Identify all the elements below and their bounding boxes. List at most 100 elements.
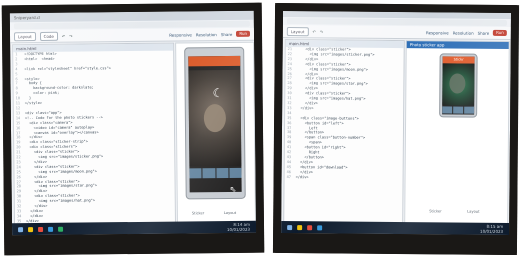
preview-label-sticker[interactable]: Sticker [429, 209, 441, 213]
line-text: Left [295, 125, 318, 130]
preview-label-layout[interactable]: Layout [467, 210, 479, 214]
menu-resolution[interactable]: Resolution [196, 32, 217, 37]
run-button[interactable]: Run [493, 29, 507, 36]
editor-toolbar: Layout ↶ ↷ Responsive Resolution Share R… [282, 25, 511, 40]
folder-icon[interactable] [28, 226, 34, 232]
line-text: </button> [295, 130, 325, 135]
code-button[interactable]: Code [39, 31, 58, 41]
code-line[interactable]: 47 </div> [287, 175, 403, 181]
redo-icon[interactable]: ↷ [320, 29, 323, 34]
line-text: </div> [25, 135, 43, 140]
code-text[interactable]: 21 <div class="sticker"> 22 <img src="ima… [285, 47, 404, 180]
sticker-strip [189, 167, 242, 179]
right-monitor-screen: Layout ↶ ↷ Responsive Resolution Share R… [281, 11, 512, 235]
sticker-strip [442, 106, 475, 114]
sticker-thumb[interactable] [442, 106, 453, 114]
line-text: <span> [295, 140, 322, 145]
line-text: <html> <head> [24, 56, 55, 62]
menu-responsive[interactable]: Responsive [169, 32, 192, 37]
folder-icon[interactable] [297, 224, 303, 230]
line-text: <span class="button-number"> [295, 135, 366, 141]
left-photo: Sniperyard.cl Layout Code ↶ ↷ Responsive… [1, 2, 265, 256]
line-text: </div> [296, 71, 319, 76]
line-text: </div> [296, 86, 319, 91]
person-face [203, 104, 227, 133]
line-text: <canvas id="overlay"></canvas> [25, 129, 99, 135]
browser-icon[interactable] [48, 226, 54, 232]
toolbar-menu: Responsive Resolution Share [426, 30, 489, 36]
app-icon[interactable] [58, 226, 64, 232]
line-text: <div class="sticker"> [296, 76, 351, 82]
right-photo: Layout ↶ ↷ Responsive Resolution Share R… [272, 2, 520, 256]
line-text: </style> [24, 101, 43, 106]
toolbar-menu: Responsive Resolution Share [169, 31, 232, 37]
line-text: <div class="sticker"> [25, 164, 80, 169]
line-text: </div> [296, 101, 318, 106]
redo-icon[interactable]: ↷ [69, 33, 72, 38]
line-text: <div class="sticker"> [25, 193, 80, 199]
camera-feed [442, 63, 475, 106]
sticker-thumb[interactable] [229, 167, 242, 178]
app-icon[interactable] [38, 226, 44, 232]
start-icon[interactable] [287, 224, 293, 230]
code-editor[interactable]: main.html 1 <!DOCTYPE html> 2 <html> <head>… [12, 42, 177, 235]
sticker-thumb[interactable] [189, 168, 202, 179]
line-text: </div> [296, 106, 314, 111]
windows-taskbar: 8:14 am 10/01/2023 [11, 220, 257, 236]
clock-date: 10/01/2023 [480, 228, 504, 234]
app-icon[interactable] [307, 224, 313, 230]
undo-icon[interactable]: ↶ [312, 29, 315, 34]
sticker-thumb[interactable] [202, 168, 216, 179]
browser-icon[interactable] [317, 224, 323, 230]
clock-date: 10/01/2023 [226, 226, 251, 233]
preview-title: Photo sticker app [406, 41, 509, 49]
line-text: <img src="images/sticker.png"> [25, 154, 104, 160]
preview-label-sticker[interactable]: Sticker [192, 211, 204, 215]
line-text: <img src="images/star.png"> [296, 81, 368, 87]
line-text: <img src="images/star.png"> [25, 183, 98, 189]
preview-label-layout[interactable]: Layout [224, 211, 236, 215]
line-text: </button> [295, 155, 324, 160]
windows-taskbar: 8:15 am 10/01/2023 [281, 221, 510, 235]
line-text: body { [24, 81, 42, 86]
moon-sticker-icon[interactable]: ☾ [213, 86, 224, 100]
menu-share[interactable]: Share [221, 31, 233, 36]
line-text: <img src="images/moon.png"> [25, 169, 97, 174]
sticker-thumb[interactable] [215, 168, 229, 179]
line-text: <div class="app"> [24, 110, 62, 116]
taskbar-clock: 8:14 am 10/01/2023 [227, 222, 250, 232]
menu-share[interactable]: Share [478, 30, 490, 35]
app-header-bar [188, 55, 241, 67]
line-text: <div class="sticker"> [296, 47, 351, 52]
line-text: </div> [25, 213, 44, 219]
menu-resolution[interactable]: Resolution [453, 30, 474, 35]
taskbar-clock: 8:15 am 10/01/2023 [480, 224, 503, 234]
preview-pane: Photo sticker app Stickr Sticker Layout [404, 40, 510, 227]
line-text: </div> [25, 203, 48, 209]
browser-tab-title[interactable]: Sniperyard.cl [14, 15, 40, 20]
line-text: <!-- Code for the photo stickers --> [24, 115, 103, 120]
layout-button[interactable]: Layout [13, 31, 36, 41]
line-text: <img src="images/sticker.png"> [296, 52, 375, 57]
line-text: </div> [296, 56, 319, 62]
line-text: <div class="sticker"> [296, 91, 351, 96]
left-monitor-screen: Sniperyard.cl Layout Code ↶ ↷ Responsive… [9, 10, 257, 236]
line-text: Right [295, 150, 320, 155]
line-text: <div class="sticker"> [296, 61, 351, 67]
sticker-thumb[interactable] [453, 106, 464, 114]
code-text[interactable]: 1 <!DOCTYPE html> 2 <html> <head> 3 4 <link re… [13, 51, 175, 235]
layout-button[interactable]: Layout [286, 26, 309, 36]
sticker-thumb[interactable] [464, 106, 475, 114]
undo-icon[interactable]: ↶ [62, 33, 65, 38]
line-text: <div class="camera"> [24, 120, 73, 125]
line-text: <div class="image-buttons"> [296, 115, 359, 121]
line-text: </div> [25, 208, 44, 214]
code-editor[interactable]: main.html 21 <div class="sticker"> 22 <im… [283, 39, 405, 227]
start-icon[interactable] [18, 226, 24, 232]
menu-responsive[interactable]: Responsive [426, 30, 449, 35]
phone-screen: ☾ [188, 55, 242, 193]
line-text: <button id="right"> [295, 145, 346, 150]
run-button[interactable]: Run [236, 30, 251, 37]
line-text: </div> [25, 159, 48, 165]
line-text: color: pink; [24, 91, 60, 96]
